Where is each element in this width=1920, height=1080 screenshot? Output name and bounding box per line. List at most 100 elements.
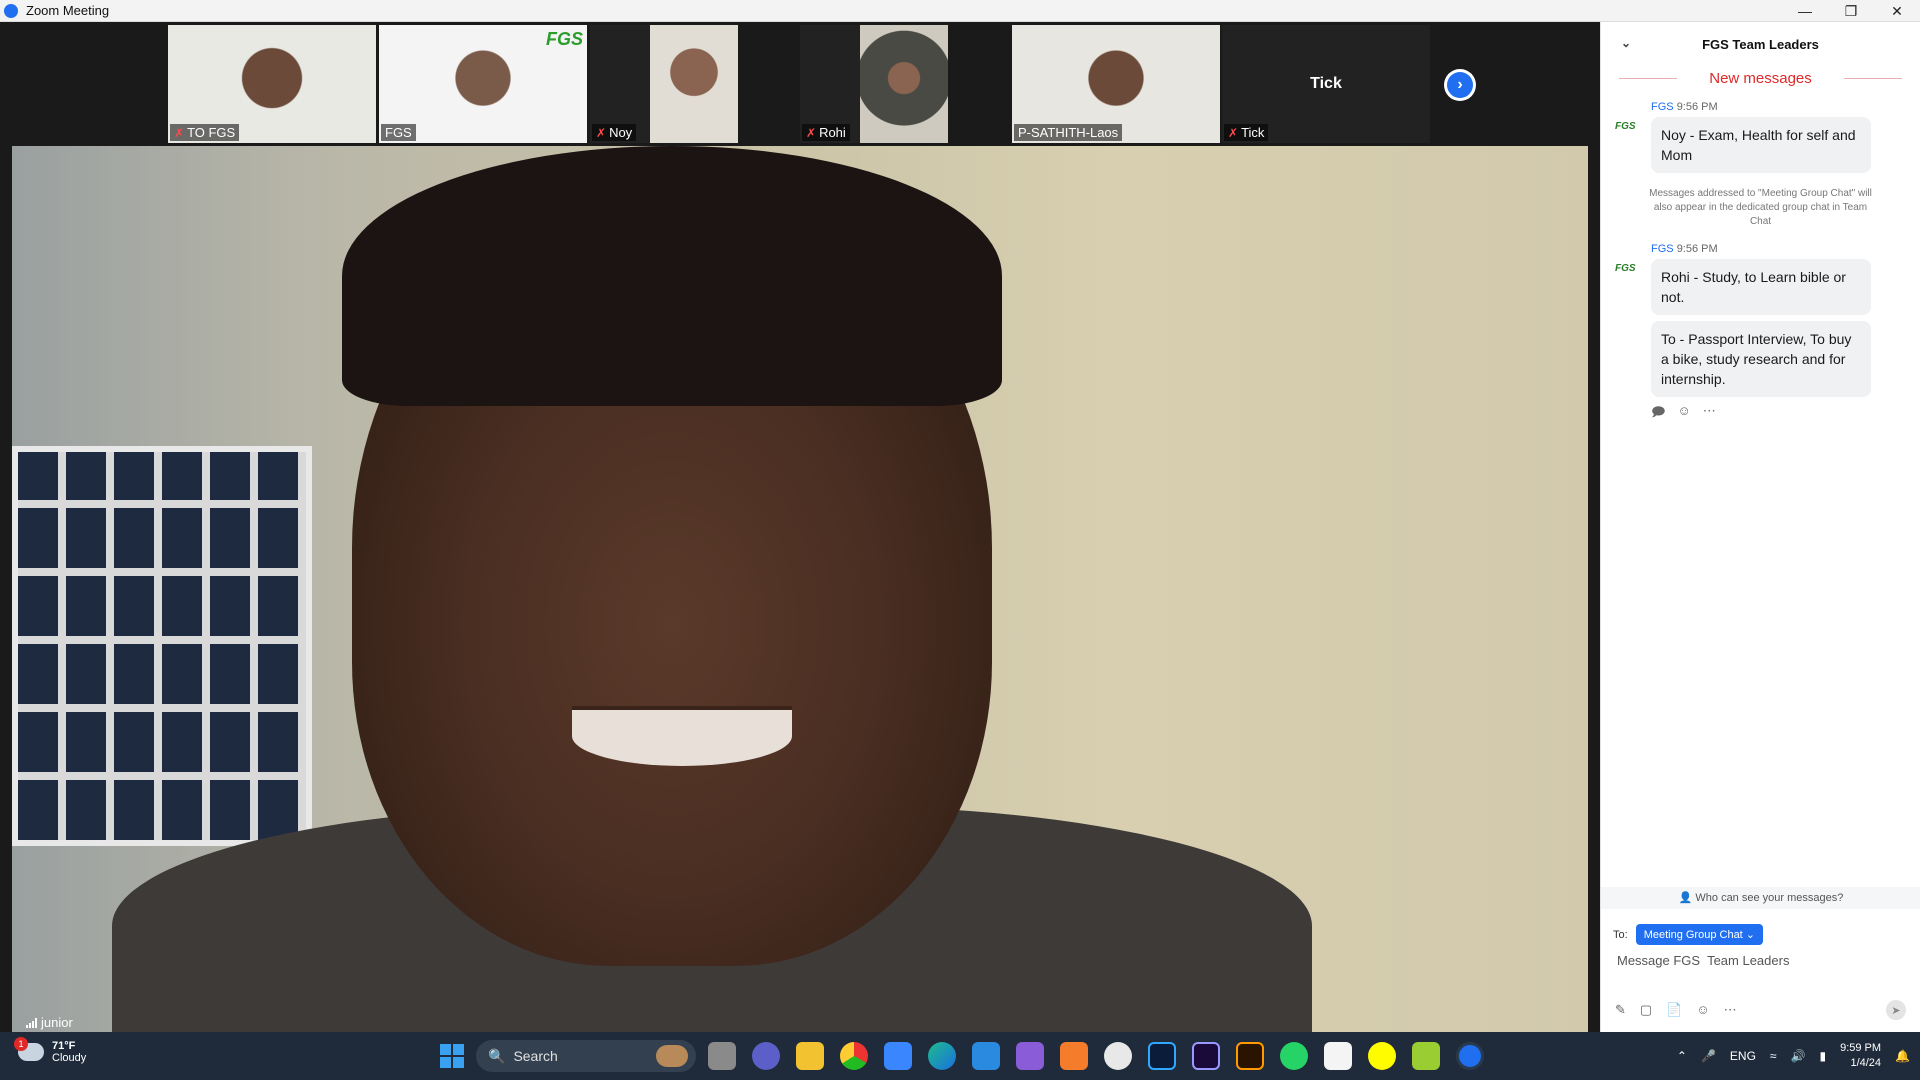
notification-bell-icon[interactable]: 🔔: [1895, 1049, 1910, 1063]
format-icon[interactable]: ✎: [1615, 1002, 1626, 1018]
chrome-icon[interactable]: [840, 1042, 868, 1070]
divider-line: [1619, 78, 1678, 79]
participant-tile[interactable]: ✗ TO FGS: [168, 25, 376, 143]
app-icon[interactable]: [1412, 1042, 1440, 1070]
participant-tile[interactable]: ✗ Rohi: [800, 25, 948, 143]
new-messages-label: New messages: [1709, 70, 1812, 87]
next-page-button[interactable]: ›: [1444, 69, 1476, 101]
participant-name-label: FGS: [381, 124, 416, 141]
whatsapp-icon[interactable]: [1280, 1042, 1308, 1070]
minimize-button[interactable]: —: [1782, 0, 1828, 22]
more-icon[interactable]: ⋯: [1724, 1002, 1737, 1018]
close-button[interactable]: ✕: [1874, 0, 1920, 22]
volume-icon[interactable]: 🔊: [1791, 1049, 1806, 1063]
illustrator-icon[interactable]: [1236, 1042, 1264, 1070]
xampp-icon[interactable]: [1060, 1042, 1088, 1070]
system-tray: ⌃ 🎤 ENG ≈ 🔊 ▮ 9:59 PM 1/4/24 🔔: [1677, 1032, 1910, 1080]
start-button[interactable]: [440, 1044, 464, 1068]
signal-strength-icon: [26, 1017, 37, 1028]
chevron-down-icon[interactable]: ⌄: [1621, 36, 1631, 50]
chat-header: ⌄ FGS Team Leaders: [1601, 22, 1920, 66]
participant-tile[interactable]: FGS FGS: [379, 25, 587, 143]
muted-mic-icon: ✗: [806, 125, 817, 140]
new-messages-divider: New messages: [1601, 70, 1920, 87]
participant-tile[interactable]: ✗ Noy: [590, 25, 738, 143]
window-title: Zoom Meeting: [26, 3, 110, 18]
participant-video: [860, 25, 948, 143]
recipient-dropdown[interactable]: Meeting Group Chat ⌄: [1635, 924, 1764, 945]
weather-temp: 71°F: [52, 1040, 76, 1052]
visual-studio-icon[interactable]: [1016, 1042, 1044, 1070]
message-group: FGS FGS 9:56 PM Rohi - Study, to Learn b…: [1601, 243, 1920, 397]
sender-avatar: FGS: [1615, 121, 1636, 132]
compose-toolbar: ✎ ▢ 📄 ☺ ⋯: [1615, 1002, 1737, 1018]
message-input[interactable]: [1617, 950, 1907, 970]
participant-tile[interactable]: P-SATHITH-Laos: [1012, 25, 1220, 143]
capcut-icon[interactable]: [1324, 1042, 1352, 1070]
participant-name-label: ✗ Noy: [592, 124, 637, 141]
participant-strip: ✗ TO FGS FGS FGS ✗ Noy ✗ Rohi P-SATHITH-Lao…: [0, 22, 1600, 144]
recipient-row: To: Meeting Group Chat ⌄: [1613, 924, 1764, 945]
pinned-apps: [708, 1042, 1484, 1070]
zoom-taskbar-icon[interactable]: [1456, 1042, 1484, 1070]
speaker-hair: [342, 146, 1002, 406]
message-bubble[interactable]: Noy - Exam, Health for self and Mom: [1651, 117, 1871, 173]
title-bar: Zoom Meeting — ❐ ✕: [0, 0, 1920, 22]
speaker-name-label: junior: [26, 1015, 73, 1030]
emoji-icon[interactable]: ☺: [1696, 1002, 1709, 1018]
message-actions: 🗩 ☺ ⋯: [1601, 403, 1920, 425]
speaker-smile: [572, 706, 792, 766]
chevron-up-icon[interactable]: ⌃: [1677, 1049, 1687, 1063]
emoji-reaction-icon[interactable]: ☺: [1677, 403, 1690, 425]
meeting-area: ✗ TO FGS FGS FGS ✗ Noy ✗ Rohi P-SATHITH-Lao…: [0, 22, 1600, 1032]
active-speaker-video[interactable]: junior: [12, 146, 1588, 1032]
task-view-icon[interactable]: [708, 1042, 736, 1070]
screenshot-icon[interactable]: ▢: [1640, 1002, 1652, 1018]
wifi-icon[interactable]: ≈: [1770, 1049, 1777, 1063]
snapchat-icon[interactable]: [1368, 1042, 1396, 1070]
chat-title: FGS Team Leaders: [1702, 36, 1819, 52]
participant-name-label: ✗ Tick: [1224, 124, 1269, 141]
photoshop-icon[interactable]: [1148, 1042, 1176, 1070]
search-icon: 🔍: [488, 1047, 506, 1064]
message-meta: FGS 9:56 PM: [1651, 101, 1718, 113]
notepad-icon[interactable]: [884, 1042, 912, 1070]
to-label: To:: [1613, 928, 1628, 941]
participant-name-label: ✗ Rohi: [802, 124, 850, 141]
language-indicator[interactable]: ENG: [1730, 1049, 1756, 1063]
taskbar-search[interactable]: 🔍 Search: [476, 1040, 696, 1072]
window-grille: [18, 452, 306, 840]
github-icon[interactable]: [1104, 1042, 1132, 1070]
more-icon[interactable]: ⋯: [1703, 403, 1716, 425]
who-can-see-link[interactable]: 👤 Who can see your messages?: [1601, 887, 1920, 909]
restore-button[interactable]: ❐: [1828, 0, 1874, 22]
window-controls: — ❐ ✕: [1782, 0, 1920, 22]
file-explorer-icon[interactable]: [796, 1042, 824, 1070]
participant-tile[interactable]: Tick ✗ Tick: [1222, 25, 1430, 143]
chat-panel: ⌄ FGS Team Leaders New messages FGS FGS …: [1600, 22, 1920, 1032]
divider-line: [1843, 78, 1903, 79]
system-note: Messages addressed to "Meeting Group Cha…: [1649, 188, 1872, 227]
muted-mic-icon: ✗: [174, 125, 185, 140]
send-button[interactable]: ➤: [1886, 1000, 1906, 1020]
people-icon: 👤: [1678, 892, 1693, 904]
clock-date: 1/4/24: [1850, 1057, 1882, 1069]
microphone-icon[interactable]: 🎤: [1701, 1049, 1716, 1063]
clock-time: 9:59 PM: [1840, 1042, 1882, 1054]
send-icon: ➤: [1891, 1004, 1901, 1017]
premiere-icon[interactable]: [1192, 1042, 1220, 1070]
vscode-icon[interactable]: [972, 1042, 1000, 1070]
reply-icon[interactable]: 🗩: [1651, 403, 1665, 425]
battery-icon[interactable]: ▮: [1819, 1049, 1826, 1063]
weather-badge: 1: [14, 1037, 28, 1051]
participant-video: [650, 25, 738, 143]
clock[interactable]: 9:59 PM 1/4/24: [1840, 1041, 1881, 1071]
edge-icon[interactable]: [928, 1042, 956, 1070]
weather-widget[interactable]: 1 71°F Cloudy: [14, 1037, 86, 1064]
message-group: FGS FGS 9:56 PM Noy - Exam, Health for s…: [1601, 101, 1920, 173]
teams-chat-icon[interactable]: [752, 1042, 780, 1070]
message-bubble[interactable]: Rohi - Study, to Learn bible or not.: [1651, 259, 1871, 315]
cloud-icon: 1: [14, 1037, 44, 1061]
message-bubble[interactable]: To - Passport Interview, To buy a bike, …: [1651, 321, 1871, 397]
file-icon[interactable]: 📄: [1666, 1002, 1682, 1018]
